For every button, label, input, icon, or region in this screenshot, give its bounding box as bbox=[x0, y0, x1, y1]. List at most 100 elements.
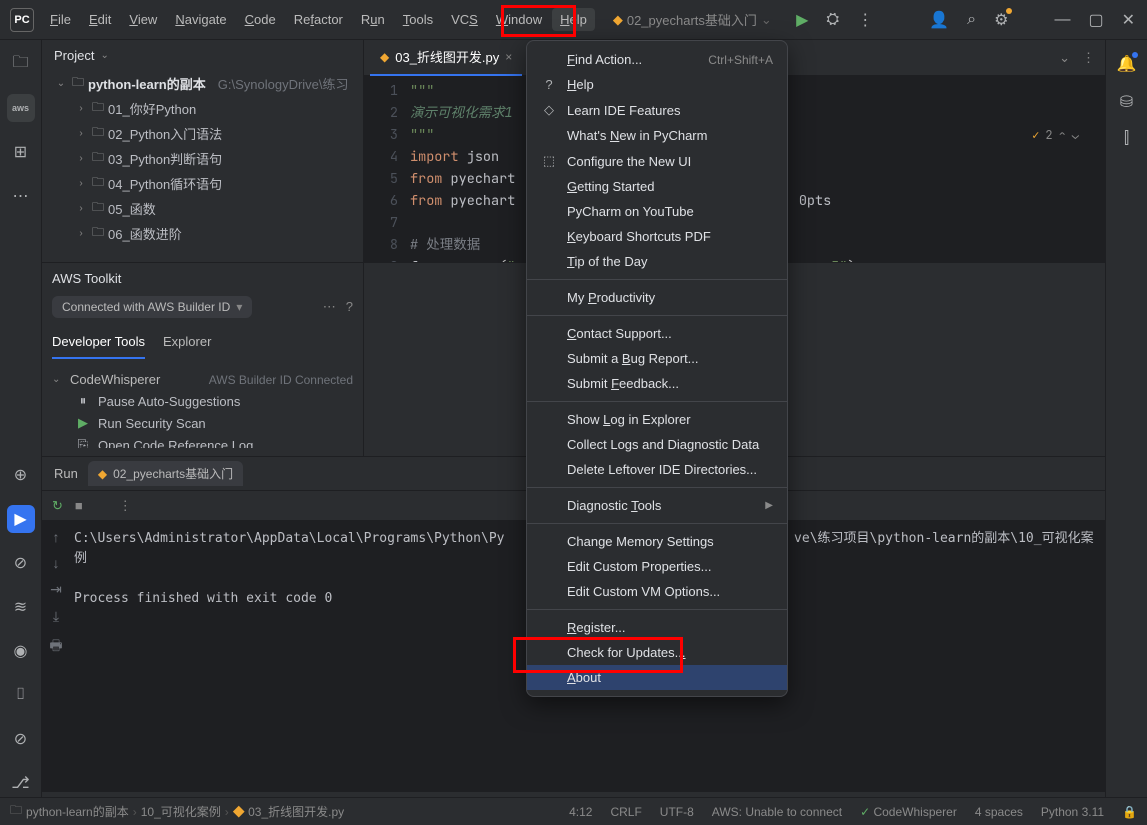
help-menu-item[interactable]: My Productivity bbox=[527, 285, 787, 310]
help-menu-item[interactable]: Diagnostic Tools▶ bbox=[527, 493, 787, 518]
help-menu-item[interactable]: Change Memory Settings bbox=[527, 529, 787, 554]
user-icon[interactable]: 👤 bbox=[929, 10, 949, 30]
caret-position[interactable]: 4:12 bbox=[569, 805, 592, 819]
maximize-icon[interactable]: ▢ bbox=[1088, 10, 1103, 30]
menu-navigate[interactable]: Navigate bbox=[167, 8, 234, 31]
more-icon[interactable]: ⋮ bbox=[119, 498, 132, 514]
tree-folder[interactable]: ›🗀05_函数 bbox=[46, 196, 359, 221]
codewhisperer-status[interactable]: ✓ CodeWhisperer bbox=[860, 805, 957, 819]
run-icon[interactable]: ▶ bbox=[796, 10, 808, 30]
crumb[interactable]: python-learn的副本 bbox=[26, 803, 129, 820]
more-icon[interactable]: ⋮ bbox=[857, 10, 873, 30]
menu-vcs[interactable]: VCS bbox=[443, 8, 486, 31]
close-icon[interactable]: ✕ bbox=[1122, 10, 1135, 30]
rerun-icon[interactable]: ↻ bbox=[52, 498, 63, 514]
help-menu-item[interactable]: Register... bbox=[527, 615, 787, 640]
services-tool-button[interactable]: ≋ bbox=[7, 593, 35, 621]
python-packages-button[interactable]: ◉ bbox=[7, 637, 35, 665]
help-menu-item[interactable]: Show Log in Explorer bbox=[527, 407, 787, 432]
down-icon[interactable]: ⌄ bbox=[1072, 124, 1079, 146]
aws-action[interactable]: ▶Run Security Scan bbox=[52, 412, 353, 434]
menu-code[interactable]: Code bbox=[237, 8, 284, 31]
menu-window[interactable]: Window bbox=[488, 8, 550, 31]
help-menu-item[interactable]: Contact Support... bbox=[527, 321, 787, 346]
aws-tool-button[interactable]: aws bbox=[7, 94, 35, 122]
lock-icon[interactable]: 🔒 bbox=[1122, 805, 1137, 819]
help-menu-item[interactable]: Edit Custom Properties... bbox=[527, 554, 787, 579]
up-icon[interactable]: ⌃ bbox=[1059, 124, 1066, 146]
vcs-tool-button[interactable]: ⎇ bbox=[7, 769, 35, 797]
aws-group[interactable]: ⌄CodeWhispererAWS Builder ID Connected bbox=[52, 369, 353, 390]
help-menu-item[interactable]: ?Help bbox=[527, 72, 787, 97]
chevron-down-icon[interactable]: ⌄ bbox=[1059, 50, 1070, 66]
run-config-selector[interactable]: ◆ 02_pyecharts基础入门 ⌄ bbox=[613, 10, 772, 29]
crumb[interactable]: ◆ 03_折线图开发.py bbox=[233, 803, 344, 820]
menu-help[interactable]: Help bbox=[552, 8, 595, 31]
menu-tools[interactable]: Tools bbox=[395, 8, 441, 31]
aws-tab[interactable]: Explorer bbox=[163, 334, 211, 359]
menu-edit[interactable]: Edit bbox=[81, 8, 119, 31]
print-icon[interactable]: 🖶 bbox=[49, 635, 62, 659]
menu-refactor[interactable]: Refactor bbox=[286, 8, 351, 31]
python-interpreter[interactable]: Python 3.11 bbox=[1041, 805, 1104, 819]
tree-folder[interactable]: ›🗀04_Python循环语句 bbox=[46, 171, 359, 196]
project-header[interactable]: Project ⌄ bbox=[42, 40, 363, 71]
tree-root[interactable]: ⌄🗀python-learn的副本G:\SynologyDrive\练习 bbox=[46, 71, 359, 96]
breadcrumb[interactable]: 🗀 python-learn的副本 › 10_可视化案例 › ◆ 03_折线图开… bbox=[10, 801, 344, 822]
help-menu-item[interactable]: What's New in PyCharm bbox=[527, 123, 787, 148]
menu-view[interactable]: View bbox=[121, 8, 165, 31]
help-menu-item[interactable]: Check for Updates... bbox=[527, 640, 787, 665]
tree-folder[interactable]: ›🗀06_函数进阶 bbox=[46, 221, 359, 246]
help-menu-item[interactable]: Submit a Bug Report... bbox=[527, 346, 787, 371]
aws-status[interactable]: AWS: Unable to connect bbox=[712, 805, 842, 819]
up-icon[interactable]: ↑ bbox=[53, 529, 60, 545]
aws-action[interactable]: ⎘Open Code Reference Log bbox=[52, 434, 353, 448]
minimize-icon[interactable]: — bbox=[1054, 11, 1070, 29]
search-icon[interactable]: ⌕ bbox=[967, 11, 976, 29]
help-menu-item[interactable]: Edit Custom VM Options... bbox=[527, 579, 787, 604]
editor-tab[interactable]: ◆03_折线图开发.py× bbox=[370, 40, 522, 76]
stop-icon[interactable]: ■ bbox=[75, 498, 83, 513]
debug-tool-button[interactable]: ⊘ bbox=[7, 549, 35, 577]
help-icon[interactable]: ? bbox=[346, 299, 353, 315]
sciview-icon[interactable]: ⫿ bbox=[1124, 130, 1129, 148]
database-icon[interactable]: ⛁ bbox=[1120, 92, 1133, 112]
problems-indicator[interactable]: ✓ 2 ⌃ ⌄ bbox=[1032, 124, 1079, 146]
help-menu-item[interactable]: Collect Logs and Diagnostic Data bbox=[527, 432, 787, 457]
structure-tool-button[interactable]: ⊞ bbox=[7, 138, 35, 166]
python-console-button[interactable]: ⊕ bbox=[7, 461, 35, 489]
tree-folder[interactable]: ›🗀02_Python入门语法 bbox=[46, 121, 359, 146]
soft-wrap-icon[interactable]: ⇥ bbox=[50, 581, 62, 598]
debug-icon[interactable]: ⛭ bbox=[826, 11, 839, 29]
problems-tool-button[interactable]: ⊘ bbox=[7, 725, 35, 753]
aws-tab[interactable]: Developer Tools bbox=[52, 334, 145, 359]
line-separator[interactable]: CRLF bbox=[610, 805, 641, 819]
help-menu-item[interactable]: PyCharm on YouTube bbox=[527, 199, 787, 224]
scroll-to-end-icon[interactable]: ⤓ bbox=[53, 608, 59, 625]
help-menu-item[interactable]: Find Action...Ctrl+Shift+A bbox=[527, 47, 787, 72]
terminal-tool-button[interactable]: ⌷ bbox=[7, 681, 35, 709]
help-menu-item[interactable]: About bbox=[527, 665, 787, 690]
project-tool-button[interactable]: 🗀 bbox=[7, 50, 35, 78]
project-tree[interactable]: ⌄🗀python-learn的副本G:\SynologyDrive\练习›🗀01… bbox=[42, 71, 363, 262]
indent-status[interactable]: 4 spaces bbox=[975, 805, 1023, 819]
help-menu-item[interactable]: ⬚Configure the New UI bbox=[527, 148, 787, 174]
crumb[interactable]: 10_可视化案例 bbox=[141, 803, 221, 820]
tree-folder[interactable]: ›🗀03_Python判断语句 bbox=[46, 146, 359, 171]
tree-folder[interactable]: ›🗀01_你好Python bbox=[46, 96, 359, 121]
help-menu-item[interactable]: Delete Leftover IDE Directories... bbox=[527, 457, 787, 482]
help-menu-item[interactable]: Keyboard Shortcuts PDF bbox=[527, 224, 787, 249]
help-menu-item[interactable]: ◇Learn IDE Features bbox=[527, 97, 787, 123]
notifications-icon[interactable]: 🔔 bbox=[1117, 54, 1137, 74]
run-tab[interactable]: ◆ 02_pyecharts基础入门 bbox=[88, 461, 243, 486]
more-icon[interactable]: ⋯ bbox=[323, 299, 336, 315]
down-icon[interactable]: ↓ bbox=[53, 555, 60, 571]
gear-icon[interactable]: ⚙ bbox=[994, 10, 1008, 30]
help-menu-item[interactable]: Tip of the Day bbox=[527, 249, 787, 274]
file-encoding[interactable]: UTF-8 bbox=[660, 805, 694, 819]
run-tool-button[interactable]: ▶ bbox=[7, 505, 35, 533]
help-menu-item[interactable]: Submit Feedback... bbox=[527, 371, 787, 396]
close-icon[interactable]: × bbox=[505, 50, 512, 64]
menu-file[interactable]: File bbox=[42, 8, 79, 31]
menu-run[interactable]: Run bbox=[353, 8, 393, 31]
